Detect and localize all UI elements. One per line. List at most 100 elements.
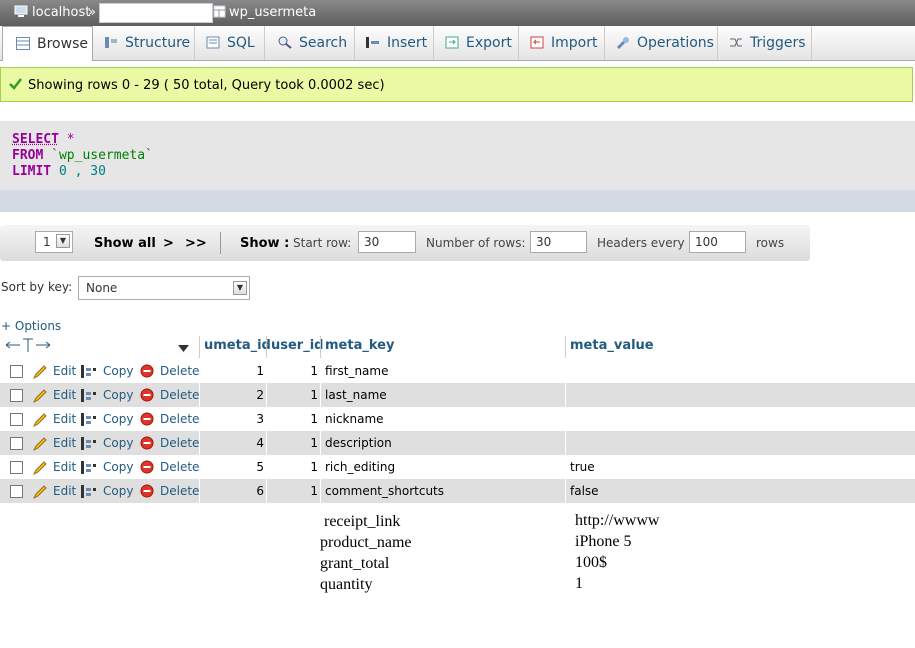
tab-sql[interactable]: SQL <box>195 26 265 60</box>
copy-icon <box>81 431 99 455</box>
tab-search-label: Search <box>299 35 348 51</box>
row-checkbox[interactable] <box>10 485 23 498</box>
tab-insert[interactable]: Insert <box>355 26 434 60</box>
cell-user-id[interactable]: 1 <box>267 383 318 407</box>
cell-meta-key[interactable]: nickname <box>325 407 384 431</box>
extra-value: iPhone 5 <box>575 533 632 550</box>
edit-link[interactable]: Edit <box>53 479 76 503</box>
cell-divider <box>320 431 321 455</box>
delete-icon <box>140 431 154 455</box>
cell-meta-value[interactable]: false <box>570 479 599 503</box>
breadcrumb-server[interactable]: localhost <box>32 5 90 20</box>
cell-user-id[interactable]: 1 <box>267 479 318 503</box>
cell-divider <box>320 455 321 479</box>
options-link[interactable]: + Options <box>1 319 61 333</box>
extra-key: product_name <box>320 534 412 551</box>
delete-icon <box>140 479 154 503</box>
row-checkbox[interactable] <box>10 461 23 474</box>
row-checkbox[interactable] <box>10 413 23 426</box>
column-header-meta-value[interactable]: meta_value <box>570 335 654 357</box>
cell-meta-key[interactable]: last_name <box>325 383 387 407</box>
sql-limit-keyword: LIMIT <box>12 164 52 179</box>
copy-link[interactable]: Copy <box>103 383 133 407</box>
copy-link[interactable]: Copy <box>103 479 133 503</box>
cell-meta-key[interactable]: comment_shortcuts <box>325 479 444 503</box>
sql-limit-offset: 0 <box>58 164 67 179</box>
tab-browse[interactable]: Browse <box>2 26 93 61</box>
cell-user-id[interactable]: 1 <box>267 359 318 383</box>
sql-star: * <box>66 132 75 147</box>
cell-umeta-id[interactable]: 4 <box>200 431 264 455</box>
rows-label: rows <box>756 236 785 250</box>
copy-icon <box>81 479 99 503</box>
cell-umeta-id[interactable]: 3 <box>200 407 264 431</box>
tab-structure[interactable]: Structure <box>93 26 195 60</box>
tab-operations-label: Operations <box>637 35 714 51</box>
cell-umeta-id[interactable]: 5 <box>200 455 264 479</box>
edit-link[interactable]: Edit <box>53 407 76 431</box>
copy-link[interactable]: Copy <box>103 359 133 383</box>
column-header-umeta-id[interactable]: umeta_id <box>204 335 271 357</box>
column-header-meta-key[interactable]: meta_key <box>325 335 394 357</box>
copy-icon <box>81 383 99 407</box>
row-checkbox[interactable] <box>10 389 23 402</box>
delete-link[interactable]: Delete <box>160 383 199 407</box>
table-row: Edit Copy Delete 3 1 nickname <box>0 407 915 431</box>
show-all-button[interactable]: Show all <box>94 236 156 251</box>
cell-umeta-id[interactable]: 1 <box>200 359 264 383</box>
tab-import[interactable]: Import <box>519 26 605 60</box>
tab-operations[interactable]: Operations <box>605 26 718 60</box>
tab-export[interactable]: Export <box>434 26 519 60</box>
edit-link[interactable]: Edit <box>53 359 76 383</box>
edit-link[interactable]: Edit <box>53 383 76 407</box>
start-row-input[interactable]: 30 <box>358 231 416 253</box>
delete-link[interactable]: Delete <box>160 407 199 431</box>
breadcrumb-table[interactable]: wp_usermeta <box>229 5 316 20</box>
copy-link[interactable]: Copy <box>103 455 133 479</box>
copy-link[interactable]: Copy <box>103 407 133 431</box>
delete-link[interactable]: Delete <box>160 431 199 455</box>
delete-link[interactable]: Delete <box>160 359 199 383</box>
headers-every-input[interactable]: 100 <box>689 231 746 253</box>
cell-meta-key[interactable]: rich_editing <box>325 455 395 479</box>
cell-divider <box>565 479 566 503</box>
edit-link[interactable]: Edit <box>53 455 76 479</box>
next-page-button[interactable]: > <box>163 236 174 251</box>
show-button[interactable]: Show : <box>240 236 289 251</box>
edit-link[interactable]: Edit <box>53 431 76 455</box>
tab-search[interactable]: Search <box>265 26 355 60</box>
column-arrows-icon[interactable] <box>4 337 54 356</box>
row-checkbox[interactable] <box>10 365 23 378</box>
extra-key: quantity <box>320 576 373 593</box>
sql-select-keyword[interactable]: SELECT <box>12 132 59 147</box>
sort-by-key-select[interactable]: None ▼ <box>78 276 250 300</box>
pencil-icon <box>32 407 48 431</box>
cell-user-id[interactable]: 1 <box>267 455 318 479</box>
cell-meta-key[interactable]: first_name <box>325 359 388 383</box>
cell-user-id[interactable]: 1 <box>267 407 318 431</box>
extra-key: grant_total <box>320 555 390 572</box>
delete-icon <box>140 455 154 479</box>
cell-meta-value[interactable]: true <box>570 455 595 479</box>
sort-arrow-icon[interactable] <box>178 341 189 355</box>
last-page-button[interactable]: >> <box>185 236 207 251</box>
table-row: Edit Copy Delete 6 1 comment_shortcuts f… <box>0 479 915 503</box>
page-select[interactable]: 1 ▼ <box>35 231 73 253</box>
column-header-user-id[interactable]: user_id <box>271 335 323 357</box>
copy-icon <box>81 359 99 383</box>
tab-triggers[interactable]: Triggers <box>718 26 812 60</box>
delete-link[interactable]: Delete <box>160 479 199 503</box>
header-divider <box>565 336 566 358</box>
breadcrumb-database-redacted[interactable] <box>99 3 213 23</box>
breadcrumb: localhost » wp_usermeta <box>0 0 915 26</box>
headers-every-label: Headers every <box>597 236 685 250</box>
copy-link[interactable]: Copy <box>103 431 133 455</box>
cell-user-id[interactable]: 1 <box>267 431 318 455</box>
row-checkbox[interactable] <box>10 437 23 450</box>
table-row: Edit Copy Delete 2 1 last_name <box>0 383 915 407</box>
number-of-rows-input[interactable]: 30 <box>530 231 587 253</box>
cell-meta-key[interactable]: description <box>325 431 392 455</box>
cell-umeta-id[interactable]: 2 <box>200 383 264 407</box>
delete-link[interactable]: Delete <box>160 455 199 479</box>
cell-umeta-id[interactable]: 6 <box>200 479 264 503</box>
